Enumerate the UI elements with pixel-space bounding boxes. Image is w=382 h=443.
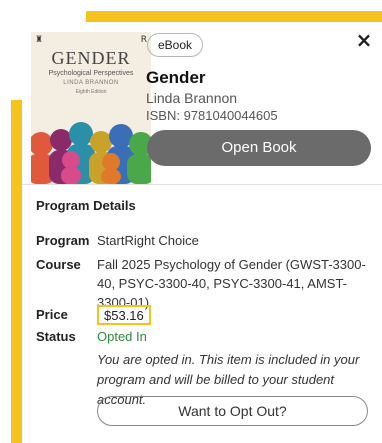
publisher-logo-icon: ♜: [35, 35, 44, 45]
course-value: Fall 2025 Psychology of Gender (GWST-330…: [97, 257, 366, 310]
cover-edition: Eighth Edition: [75, 89, 107, 95]
open-book-button[interactable]: Open Book: [147, 130, 371, 166]
course-label: Course: [36, 257, 81, 272]
close-icon[interactable]: ×: [352, 28, 376, 52]
accent-bar-top: [86, 11, 382, 22]
program-value: StartRight Choice: [97, 233, 199, 248]
cover-title: GENDER: [51, 48, 131, 68]
format-badge: eBook: [147, 33, 204, 57]
opt-out-button[interactable]: Want to Opt Out?: [97, 396, 368, 426]
book-isbn: ISBN: 9781040044605: [146, 108, 278, 123]
program-label: Program: [36, 233, 90, 248]
book-cover-image: ♜ R GENDER Psychological Perspectives LI…: [31, 32, 151, 184]
book-title: Gender: [146, 68, 206, 87]
book-detail-card: ♜ R GENDER Psychological Perspectives LI…: [22, 22, 382, 443]
cover-subtitle: Psychological Perspectives: [48, 70, 134, 77]
cover-silhouettes-illustration: [31, 122, 151, 184]
divider: [22, 184, 382, 185]
accent-bar-left: [11, 100, 22, 443]
book-author: Linda Brannon: [146, 90, 238, 106]
status-label: Status: [36, 329, 76, 344]
program-details-heading: Program Details: [36, 198, 136, 213]
price-label: Price: [36, 307, 68, 322]
cover-author: LINDA BRANNON: [63, 80, 119, 86]
status-value: Opted In: [97, 329, 147, 344]
price-value: $53.16: [97, 305, 151, 325]
